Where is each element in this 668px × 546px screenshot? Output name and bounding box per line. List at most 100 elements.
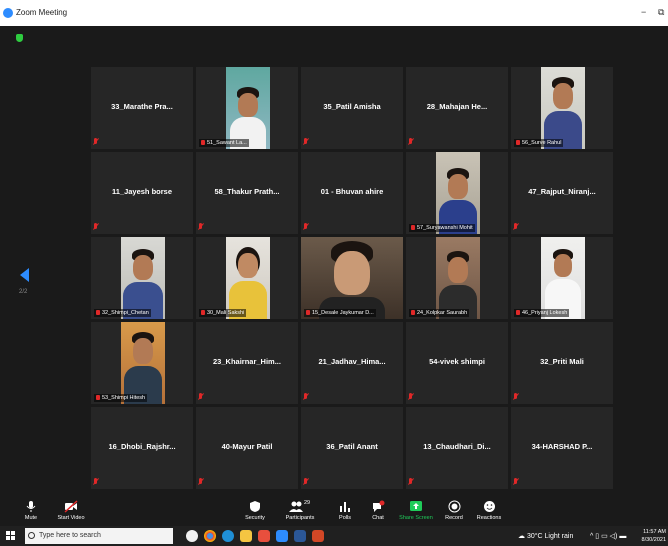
weather-text: 30°C Light rain — [526, 533, 574, 540]
encryption-shield-icon[interactable] — [16, 34, 23, 42]
participant-tile[interactable]: 32_Priti Mali — [511, 322, 613, 404]
participants-icon: 29 — [287, 500, 313, 513]
minimize-button[interactable]: − — [641, 7, 646, 17]
muted-mic-icon — [198, 393, 203, 401]
participant-tile-video[interactable]: 56_Surve Rahul — [511, 67, 613, 149]
participant-tile[interactable]: 33_Marathe Pra... — [91, 67, 193, 149]
participants-button[interactable]: 29 Participants — [283, 500, 317, 521]
participant-name: 33_Marathe Pra... — [111, 102, 173, 111]
word-icon[interactable] — [294, 530, 306, 542]
previous-page-arrow-icon[interactable] — [20, 268, 29, 282]
participant-name: 16_Dhobi_Rajshr... — [108, 442, 176, 451]
taskbar-clock[interactable]: 11:57 AM 8/30/2021 — [642, 528, 666, 544]
powerpoint-icon[interactable] — [312, 530, 324, 542]
muted-mic-icon — [303, 138, 308, 146]
participant-name: 13_Chaudhari_Di... — [423, 442, 491, 451]
participant-video — [436, 152, 480, 234]
share-screen-button[interactable]: Share Screen — [399, 500, 433, 521]
keyboard-icon: ▬ — [619, 533, 627, 540]
battery-icon: ▯ — [595, 533, 600, 540]
network-icon: ▭ — [601, 533, 608, 540]
muted-mic-icon — [408, 393, 413, 401]
participant-tile-video[interactable]: 57_Suryawanshi Mohit — [406, 152, 508, 234]
restore-button[interactable]: ⧉ — [658, 7, 664, 18]
participant-tile[interactable]: 40-Mayur Patil — [196, 407, 298, 489]
participant-name: 23_Khairnar_Him... — [213, 357, 281, 366]
participant-name: 40-Mayur Patil — [221, 442, 273, 451]
participant-tile[interactable]: 35_Patil Amisha — [301, 67, 403, 149]
participant-tile[interactable]: 13_Chaudhari_Di... — [406, 407, 508, 489]
participant-tile[interactable]: 47_Rajput_Niranj... — [511, 152, 613, 234]
participant-name: 28_Mahajan He... — [426, 102, 488, 111]
clock-time: 11:57 AM — [643, 529, 666, 535]
chat-button[interactable]: Chat — [369, 500, 387, 521]
record-button[interactable]: Record — [443, 500, 465, 521]
security-button[interactable]: Security — [242, 500, 268, 521]
muted-mic-icon — [198, 478, 203, 486]
participant-tile-video[interactable]: 15_Desale Jaykumar D... — [301, 237, 403, 319]
zoom-logo-icon — [3, 8, 13, 18]
participant-video — [226, 67, 270, 149]
participant-tile[interactable]: 01 - Bhuvan ahire — [301, 152, 403, 234]
participant-video — [541, 237, 585, 319]
participant-tile[interactable]: 34-HARSHAD P... — [511, 407, 613, 489]
muted-mic-icon — [513, 393, 518, 401]
participant-tile[interactable]: 11_Jayesh borse — [91, 152, 193, 234]
start-video-button[interactable]: Start Video — [54, 500, 88, 521]
chat-icon — [373, 500, 385, 512]
search-placeholder: Type here to search — [39, 532, 101, 539]
participant-tile-video[interactable]: 53_Shimpi Hitesh — [91, 322, 193, 404]
paint-icon[interactable] — [258, 530, 270, 542]
participant-tile[interactable]: 58_Thakur Prath... — [196, 152, 298, 234]
polls-button[interactable]: Polls — [336, 500, 354, 521]
participant-name: 54-vivek shimpi — [429, 357, 485, 366]
window-title: Zoom Meeting — [16, 8, 68, 17]
participant-label: 15_Desale Jaykumar D... — [304, 309, 376, 317]
video-camera-off-icon — [64, 500, 78, 513]
weather-widget[interactable]: ☁ 30°C Light rain — [518, 532, 573, 540]
participant-tile[interactable]: 21_Jadhav_Hima... — [301, 322, 403, 404]
participant-tile-video[interactable]: 51_Sawant La... — [196, 67, 298, 149]
participant-label: 57_Suryawanshi Mohit — [409, 224, 475, 232]
participant-tile[interactable]: 54-vivek shimpi — [406, 322, 508, 404]
participant-label: 51_Sawant La... — [199, 139, 249, 147]
file-explorer-icon[interactable] — [240, 530, 252, 542]
page-indicator: 2/2 — [19, 289, 28, 295]
participants-count: 29 — [304, 500, 311, 506]
participant-tile[interactable]: 23_Khairnar_Him... — [196, 322, 298, 404]
cortana-icon[interactable] — [186, 530, 198, 542]
participant-label: 46_Priyanj Lokesh — [514, 309, 570, 317]
microphone-icon — [26, 501, 36, 512]
participant-tile-video[interactable]: 30_Mali Sakshi — [196, 237, 298, 319]
taskbar-search-input[interactable]: Type here to search — [25, 528, 173, 544]
meeting-toolbar: Mute Start Video Security 29 Participant… — [0, 498, 668, 526]
zoom-taskbar-icon[interactable] — [276, 530, 288, 542]
participant-name: 35_Patil Amisha — [323, 102, 381, 111]
participant-name: 58_Thakur Prath... — [214, 187, 280, 196]
participant-tile-video[interactable]: 24_Kolpkar Saurabh — [406, 237, 508, 319]
clock-date: 8/30/2021 — [641, 537, 666, 543]
muted-mic-icon — [303, 223, 308, 231]
chevron-up-icon: ^ — [590, 533, 594, 540]
chrome-icon[interactable] — [204, 530, 216, 542]
reactions-button[interactable]: Reactions — [475, 500, 503, 521]
mute-button[interactable]: Mute — [20, 500, 42, 521]
participant-label: 32_Shimpi_Chetan — [94, 309, 151, 317]
participant-tile[interactable]: 16_Dhobi_Rajshr... — [91, 407, 193, 489]
cloud-icon: ☁ — [518, 533, 525, 540]
participant-video — [226, 237, 270, 319]
participant-tile-video[interactable]: 32_Shimpi_Chetan — [91, 237, 193, 319]
participant-name: 01 - Bhuvan ahire — [320, 187, 384, 196]
muted-mic-icon — [408, 478, 413, 486]
system-tray-icons[interactable]: ^ ▯ ▭ ◁) ▬ — [590, 532, 626, 540]
muted-mic-icon — [513, 223, 518, 231]
windows-start-icon[interactable] — [6, 531, 16, 541]
participant-name: 34-HARSHAD P... — [531, 442, 593, 451]
edge-icon[interactable] — [222, 530, 234, 542]
participant-tile[interactable]: 28_Mahajan He... — [406, 67, 508, 149]
participant-tile-video[interactable]: 46_Priyanj Lokesh — [511, 237, 613, 319]
participant-name: 36_Patil Anant — [326, 442, 378, 451]
participant-tile[interactable]: 36_Patil Anant — [301, 407, 403, 489]
participant-label: 56_Surve Rahul — [514, 139, 564, 147]
muted-mic-icon — [513, 478, 518, 486]
